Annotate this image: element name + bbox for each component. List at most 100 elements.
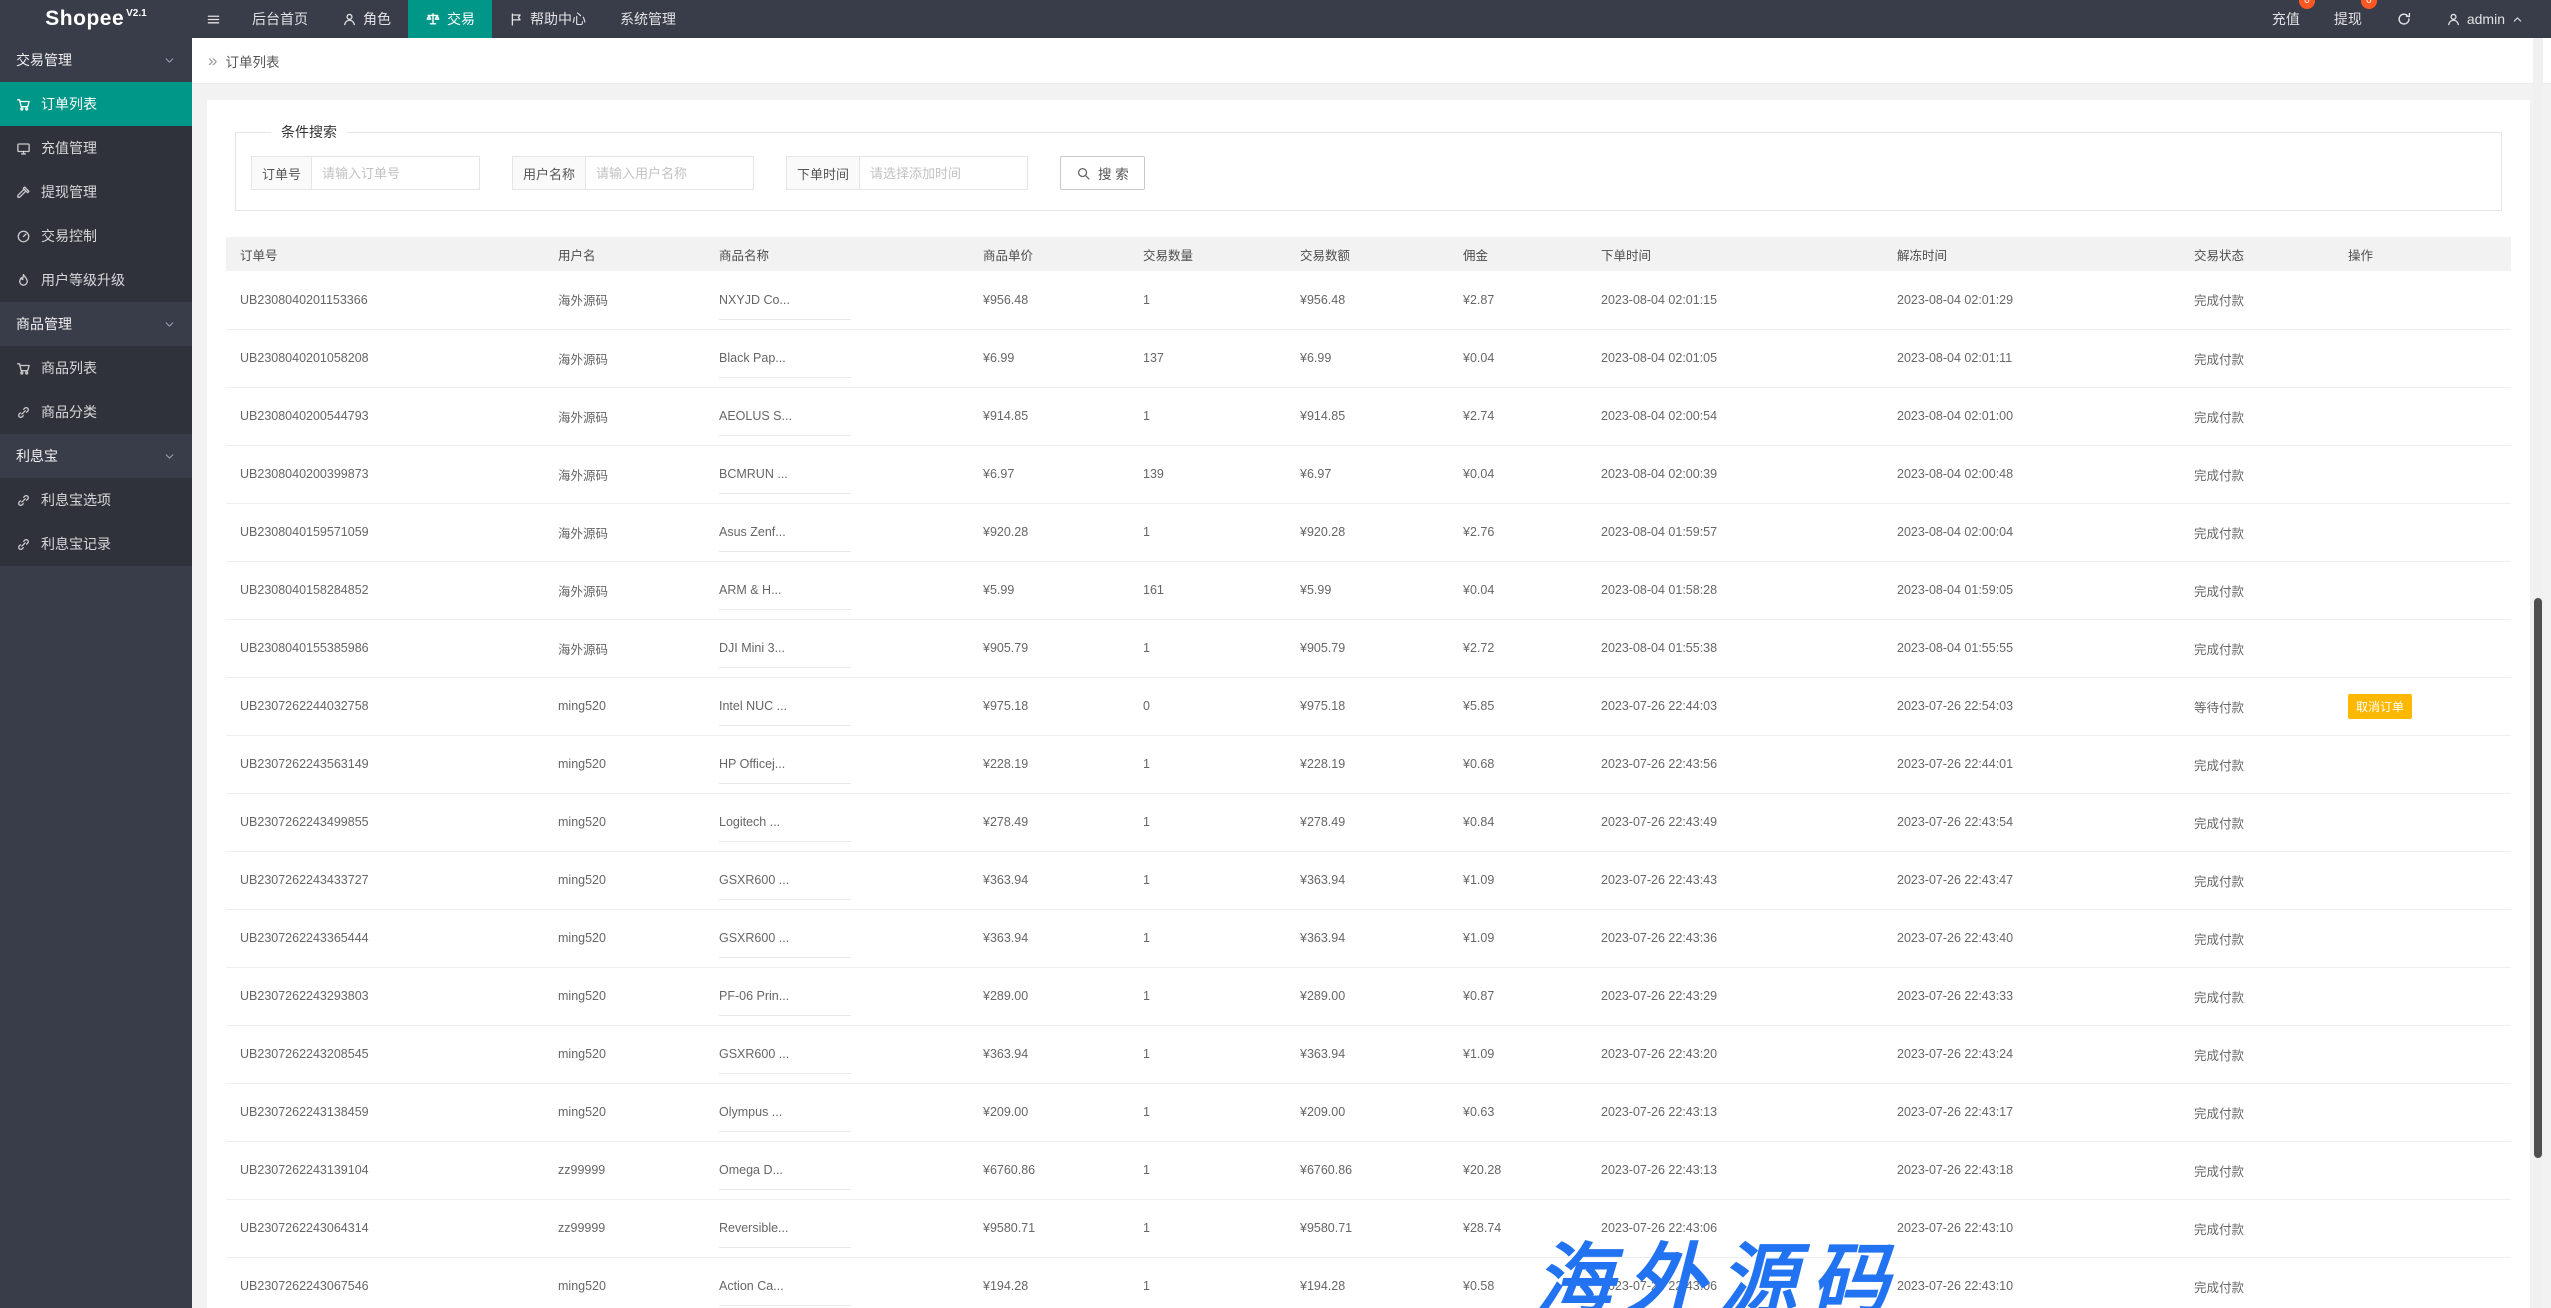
cell-product-name[interactable]: Asus Zenf... [705, 503, 969, 562]
cell-status: 完成付款 [2180, 503, 2334, 562]
search-input-下单时间[interactable] [860, 156, 1029, 190]
nav-item-后台首页[interactable]: 后台首页 [235, 0, 325, 38]
cell-product-name[interactable]: GSXR600 ... [705, 1025, 969, 1084]
vertical-scrollbar[interactable] [2533, 38, 2543, 1308]
nav-item-角色[interactable]: 角色 [325, 0, 408, 38]
cell-text: 完成付款 [2194, 1106, 2245, 1121]
cell-product-name[interactable]: HP Officej... [705, 735, 969, 794]
cell-amount: ¥278.49 [1286, 793, 1449, 852]
cell-product-name[interactable]: PF-06 Prin... [705, 967, 969, 1026]
product-tip-underline [719, 550, 851, 552]
cell-text: DJI Mini 3... [719, 641, 785, 655]
cell-product-name[interactable]: Intel NUC ... [705, 677, 969, 736]
cell-unfreeze-time: 2023-07-26 22:43:10 [1883, 1199, 2180, 1258]
scrollbar-thumb[interactable] [2534, 598, 2542, 1158]
logo[interactable]: Shopee V2.1 [0, 0, 192, 38]
cell-username: ming520 [544, 851, 705, 910]
cell-text: ming520 [558, 931, 606, 945]
sidebar-item-充值管理[interactable]: 充值管理 [0, 126, 192, 170]
cell-status: 完成付款 [2180, 1083, 2334, 1142]
cell-text: ¥363.94 [983, 873, 1029, 887]
cell-unit-price: ¥194.28 [969, 1257, 1129, 1308]
cell-product-name[interactable]: AEOLUS S... [705, 387, 969, 446]
cell-operation [2334, 1025, 2511, 1084]
table-row: UB2307262243208545 ming520 GSXR600 ... ¥363… [226, 1025, 2511, 1084]
sidebar-group-商品管理[interactable]: 商品管理 [0, 302, 192, 346]
cell-unit-price: ¥6.97 [969, 445, 1129, 504]
sidebar-item-交易控制[interactable]: 交易控制 [0, 214, 192, 258]
cell-unfreeze-time: 2023-08-04 02:01:29 [1883, 271, 2180, 330]
cell-product-name[interactable]: Reversible... [705, 1199, 969, 1258]
cell-text: UB2307262243138459 [240, 1105, 369, 1119]
breadcrumb: » 订单列表 [192, 38, 2551, 84]
search-button[interactable]: 搜 索 [1060, 156, 1145, 190]
cell-product-name[interactable]: GSXR600 ... [705, 851, 969, 910]
sidebar-item-商品分类[interactable]: 商品分类 [0, 390, 192, 434]
cell-product-name[interactable]: Logitech ... [705, 793, 969, 852]
column-header-operation: 操作 [2334, 237, 2511, 271]
cell-text: ming520 [558, 873, 606, 887]
cell-text: ¥228.19 [1300, 757, 1346, 771]
cell-text: AEOLUS S... [719, 409, 792, 423]
cell-text: 1 [1143, 1047, 1150, 1061]
cell-amount: ¥920.28 [1286, 503, 1449, 562]
cell-text: 2023-07-26 22:54:03 [1897, 699, 2014, 713]
cell-status: 完成付款 [2180, 851, 2334, 910]
cell-text: ARM & H... [719, 583, 782, 597]
nav-item-交易[interactable]: 交易 [408, 0, 492, 38]
nav-item-系统管理[interactable]: 系统管理 [603, 0, 693, 38]
cell-operation [2334, 387, 2511, 446]
cell-order-no: UB2308040155385986 [226, 619, 544, 678]
sidebar-group-利息宝[interactable]: 利息宝 [0, 434, 192, 478]
cell-text: 完成付款 [2194, 990, 2245, 1005]
cell-text: 2023-07-26 22:43:13 [1601, 1163, 1718, 1177]
cell-text: 2023-08-04 01:59:05 [1897, 583, 2014, 597]
nav-item-帮助中心[interactable]: 帮助中心 [492, 0, 603, 38]
user-menu[interactable]: admin [2429, 0, 2541, 38]
cell-unfreeze-time: 2023-08-04 01:55:55 [1883, 619, 2180, 678]
cell-product-name[interactable]: GSXR600 ... [705, 909, 969, 968]
cell-text: ¥0.04 [1463, 583, 1495, 597]
recharge-nav-button[interactable]: 充值 0 [2255, 0, 2317, 38]
sidebar-item-利息宝选项[interactable]: 利息宝选项 [0, 478, 192, 522]
cell-product-name[interactable]: Action Ca... [705, 1257, 969, 1308]
cell-text: 1 [1143, 292, 1150, 307]
cell-product-name[interactable]: DJI Mini 3... [705, 619, 969, 678]
withdraw-nav-button[interactable]: 提现 0 [2317, 0, 2379, 38]
cell-product-name[interactable]: Omega D... [705, 1141, 969, 1200]
collapse-menu-button[interactable] [192, 0, 235, 38]
cell-amount: ¥914.85 [1286, 387, 1449, 446]
cell-text: 完成付款 [2194, 758, 2245, 773]
sidebar-item-订单列表[interactable]: 订单列表 [0, 82, 192, 126]
search-input-订单号[interactable] [312, 156, 481, 190]
cell-product-name[interactable]: Black Pap... [705, 329, 969, 388]
cell-text: UB2307262243563149 [240, 757, 369, 771]
cell-unit-price: ¥6760.86 [969, 1141, 1129, 1200]
search-input-用户名称[interactable] [586, 156, 755, 190]
cell-product-name[interactable]: Olympus ... [705, 1083, 969, 1142]
cell-text: ¥1.09 [1463, 931, 1495, 945]
cell-product-name[interactable]: NXYJD Co... [705, 271, 969, 330]
table-row: UB2307262243499855 ming520 Logitech ... ¥27… [226, 793, 2511, 852]
cell-product-name[interactable]: BCMRUN ... [705, 445, 969, 504]
cell-order-time: 2023-07-26 22:43:49 [1587, 793, 1883, 852]
cell-order-time: 2023-07-26 22:43:43 [1587, 851, 1883, 910]
sidebar-item-用户等级升级[interactable]: 用户等级升级 [0, 258, 192, 302]
cell-quantity: 1 [1129, 793, 1286, 852]
cell-text: 2023-07-26 22:43:10 [1897, 1221, 2014, 1235]
cell-unit-price: ¥975.18 [969, 677, 1129, 736]
column-header-order-no: 订单号 [226, 237, 544, 271]
cell-product-name[interactable]: ARM & H... [705, 561, 969, 620]
cell-text: 2023-07-26 22:43:17 [1897, 1105, 2014, 1119]
cell-text: UB2307262243208545 [240, 1047, 369, 1061]
cancel-order-button[interactable]: 取消订单 [2348, 693, 2413, 719]
refresh-button[interactable] [2379, 0, 2429, 38]
sidebar-item-提现管理[interactable]: 提现管理 [0, 170, 192, 214]
username: admin [2466, 11, 2505, 27]
sidebar-item-利息宝记录[interactable]: 利息宝记录 [0, 522, 192, 566]
sidebar-group-交易管理[interactable]: 交易管理 [0, 38, 192, 82]
sidebar-item-label: 利息宝记录 [41, 536, 111, 552]
cell-amount: ¥363.94 [1286, 1025, 1449, 1084]
cell-quantity: 1 [1129, 909, 1286, 968]
sidebar-item-商品列表[interactable]: 商品列表 [0, 346, 192, 390]
